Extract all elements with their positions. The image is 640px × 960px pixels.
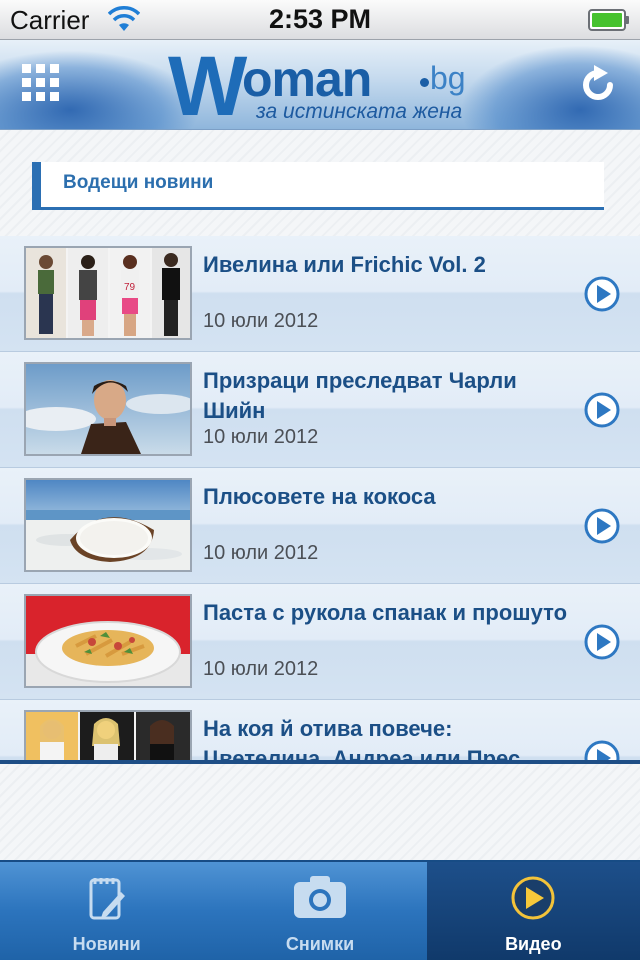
tab-photos-label: Снимки xyxy=(285,934,355,954)
news-thumbnail: 79 xyxy=(24,246,192,340)
battery-icon xyxy=(588,9,629,31)
grid-menu-icon[interactable] xyxy=(22,64,60,102)
logo-tagline: за истинската жена xyxy=(256,100,463,123)
man-portrait-image xyxy=(26,364,190,454)
notepad-icon xyxy=(89,878,125,920)
tab-video-label: Видео xyxy=(505,934,562,954)
play-circle-icon[interactable] xyxy=(584,392,620,428)
news-date: 10 юли 2012 xyxy=(203,310,319,332)
tab-news[interactable]: Новини xyxy=(0,862,213,960)
section-title: Водещи новини xyxy=(63,172,214,193)
news-title: Плюсовете на кокоса xyxy=(203,484,436,509)
camera-icon xyxy=(293,876,346,918)
news-item[interactable]: На коя й отива повече: Цветелина, Андреа… xyxy=(0,700,640,764)
play-circle-icon[interactable] xyxy=(584,276,620,312)
play-circle-icon xyxy=(511,876,555,920)
news-item[interactable]: 79 Ивелина или Frichic Vol. 2 10 юли 201… xyxy=(0,236,640,352)
app-header: W oman bg за истинската жена xyxy=(0,40,640,130)
play-circle-icon[interactable] xyxy=(584,508,620,544)
news-thumbnail xyxy=(24,710,192,760)
news-thumbnail xyxy=(24,362,192,456)
news-item[interactable]: Паста с рукола спанак и прошуто 10 юли 2… xyxy=(0,584,640,700)
woman-bg-logo: W oman bg за истинската жена xyxy=(168,40,478,130)
clock: 2:53 PM xyxy=(268,4,372,34)
tab-bar: Новини Снимки Видео xyxy=(0,860,640,960)
play-circle-icon[interactable] xyxy=(584,624,620,660)
tab-photos[interactable]: Снимки xyxy=(213,862,426,960)
news-thumbnail xyxy=(24,478,192,572)
news-title: Ивелина или Frichic Vol. 2 xyxy=(203,252,486,277)
three-women-image xyxy=(26,712,190,760)
news-thumbnail xyxy=(24,594,192,688)
logo-letter-w: W xyxy=(168,40,247,130)
refresh-icon[interactable] xyxy=(580,63,616,103)
tab-news-label: Новини xyxy=(72,934,141,954)
news-date: 10 юли 2012 xyxy=(203,542,319,564)
main-content: Водещи новини 79 Ивелина или Frichic Vol… xyxy=(0,130,640,860)
news-title: На коя й отива повече: Цветелина, Андреа… xyxy=(203,716,539,764)
fashion-collage-image: 79 xyxy=(26,248,190,338)
tab-video[interactable]: Видео xyxy=(426,862,640,960)
pasta-plate-image xyxy=(26,596,190,686)
news-date: 10 юли 2012 xyxy=(203,426,319,448)
news-title: Паста с рукола спанак и прошуто xyxy=(203,600,568,625)
logo-domain: bg xyxy=(430,60,466,96)
news-title: Призраци преследват Чарли Шийн xyxy=(203,368,517,423)
svg-text:79: 79 xyxy=(124,282,136,293)
news-item[interactable]: Плюсовете на кокоса 10 юли 2012 xyxy=(0,468,640,584)
status-bar: Carrier 2:53 PM xyxy=(0,0,640,40)
news-date: 10 юли 2012 xyxy=(203,658,319,680)
news-list[interactable]: 79 Ивелина или Frichic Vol. 2 10 юли 201… xyxy=(0,236,640,764)
news-item[interactable]: Призраци преследват Чарли Шийн 10 юли 20… xyxy=(0,352,640,468)
section-header: Водещи новини xyxy=(32,162,604,210)
play-circle-icon[interactable] xyxy=(584,740,620,764)
logo-dot xyxy=(420,78,429,87)
coconut-image xyxy=(26,480,190,570)
